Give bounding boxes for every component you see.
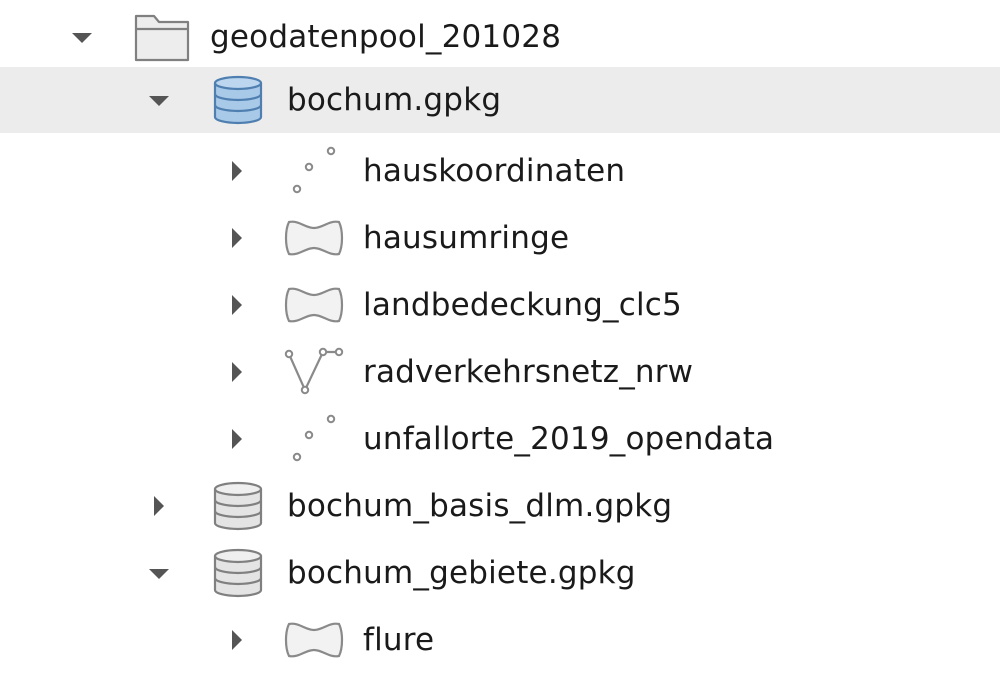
expand-arrow-down-icon[interactable] [70,25,94,49]
tree-item-layer[interactable]: hausumringe [0,204,1000,271]
tree-item-folder[interactable]: geodatenpool_201028 [0,3,1000,70]
expand-arrow-down-icon[interactable] [147,561,171,585]
expand-arrow-right-icon[interactable] [225,159,249,183]
tree-item-database[interactable]: bochum_gebiete.gpkg [0,539,1000,606]
tree-item-database[interactable]: bochum.gpkg [0,67,1000,133]
point-layer-icon [283,143,343,199]
layer-label: unfallorte_2019_opendata [363,420,775,457]
tree-item-layer[interactable]: landbedeckung_clc5 [0,271,1000,338]
layer-label: landbedeckung_clc5 [363,286,682,323]
expand-arrow-right-icon[interactable] [225,427,249,451]
tree-item-layer[interactable]: flure [0,606,1000,673]
polygon-layer-icon [283,620,345,660]
tree-item-layer[interactable]: radverkehrsnetz_nrw [0,338,1000,405]
folder-icon [134,12,190,62]
expand-arrow-right-icon[interactable] [225,360,249,384]
database-label: bochum.gpkg [287,82,502,118]
expand-arrow-right-icon[interactable] [225,628,249,652]
layer-label: radverkehrsnetz_nrw [363,353,694,390]
database-label: bochum_basis_dlm.gpkg [287,487,673,524]
expand-arrow-right-icon[interactable] [225,226,249,250]
layer-label: hauskoordinaten [363,152,626,189]
tree-item-layer[interactable]: hauskoordinaten [0,137,1000,204]
tree-item-database[interactable]: bochum_basis_dlm.gpkg [0,472,1000,539]
expand-arrow-down-icon[interactable] [147,88,171,112]
layer-label: hausumringe [363,219,570,256]
expand-arrow-right-icon[interactable] [225,293,249,317]
database-label: bochum_gebiete.gpkg [287,554,636,591]
line-layer-icon [283,344,347,400]
polygon-layer-icon [283,285,345,325]
database-icon [212,75,264,125]
database-icon [212,481,264,531]
layer-label: flure [363,621,435,658]
browser-tree: geodatenpool_201028 bochum.gpkg hauskoor… [0,0,1000,680]
database-icon [212,548,264,598]
point-layer-icon [283,411,343,467]
polygon-layer-icon [283,218,345,258]
folder-label: geodatenpool_201028 [210,18,562,55]
expand-arrow-right-icon[interactable] [147,494,171,518]
tree-item-layer[interactable]: unfallorte_2019_opendata [0,405,1000,472]
